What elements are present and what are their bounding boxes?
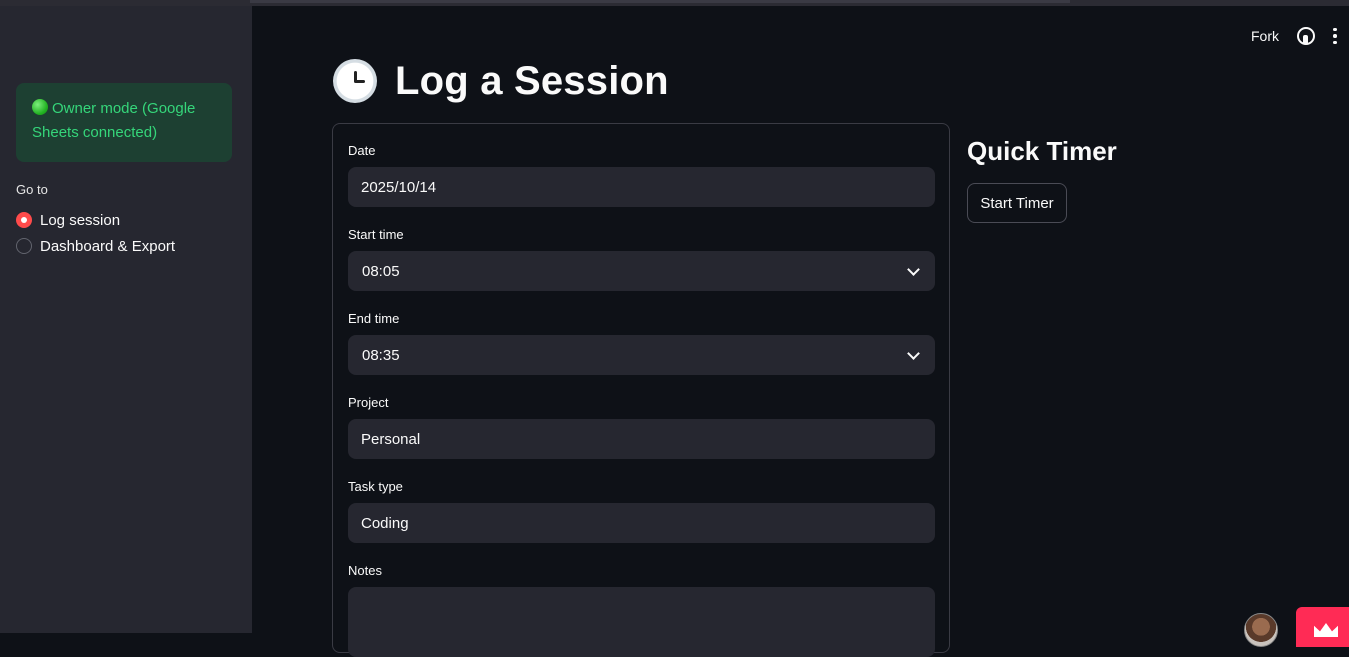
start-time-value: 08:05 (362, 262, 400, 280)
date-label: Date (348, 143, 376, 158)
task-type-label: Task type (348, 479, 403, 494)
notes-label: Notes (348, 563, 382, 578)
end-time-label: End time (348, 311, 400, 326)
date-input[interactable]: 2025/10/14 (348, 167, 935, 207)
date-value: 2025/10/14 (361, 178, 437, 196)
kebab-menu-icon[interactable] (1333, 27, 1337, 45)
loading-bar (250, 0, 1070, 3)
page-title-row: Log a Session (333, 56, 669, 106)
nav-option-label: Dashboard & Export (40, 237, 176, 255)
sidebar: Owner mode (Google Sheets connected) Go … (0, 6, 252, 633)
streamlit-badge[interactable] (1296, 607, 1349, 647)
project-input[interactable]: Personal (348, 419, 935, 459)
end-time-select[interactable]: 08:35 (348, 335, 935, 375)
chevron-down-icon (907, 346, 920, 360)
alarm-clock-icon (333, 59, 377, 103)
goto-label: Go to (16, 182, 48, 197)
github-icon[interactable] (1297, 27, 1315, 45)
notes-textarea[interactable] (348, 587, 935, 657)
task-type-input[interactable]: Coding (348, 503, 935, 543)
quick-timer-title: Quick Timer (967, 136, 1117, 166)
nav-option-dashboard-export[interactable]: Dashboard & Export (16, 235, 175, 257)
task-type-value: Coding (361, 514, 409, 532)
end-time-value: 08:35 (362, 346, 400, 364)
start-time-select[interactable]: 08:05 (348, 251, 935, 291)
start-time-label: Start time (348, 227, 404, 242)
nav-option-log-session[interactable]: Log session (16, 209, 120, 231)
radio-unselected-icon[interactable] (16, 238, 32, 254)
app-header-toolbar: Fork (1251, 24, 1337, 48)
chevron-down-icon (907, 262, 920, 276)
green-circle-icon (32, 99, 48, 115)
owner-status-text: Owner mode (Google Sheets connected) (32, 100, 196, 141)
project-value: Personal (361, 430, 421, 448)
crown-icon (1314, 623, 1338, 637)
radio-selected-icon[interactable] (16, 212, 32, 228)
project-label: Project (348, 395, 389, 410)
avatar[interactable] (1244, 613, 1278, 647)
fork-link[interactable]: Fork (1251, 28, 1279, 44)
page-title: Log a Session (395, 58, 669, 103)
nav-option-label: Log session (40, 211, 121, 229)
owner-status-alert: Owner mode (Google Sheets connected) (16, 83, 232, 162)
start-timer-button[interactable]: Start Timer (967, 183, 1067, 223)
session-form: Date 2025/10/14 Start time 08:05 End tim… (332, 123, 950, 657)
